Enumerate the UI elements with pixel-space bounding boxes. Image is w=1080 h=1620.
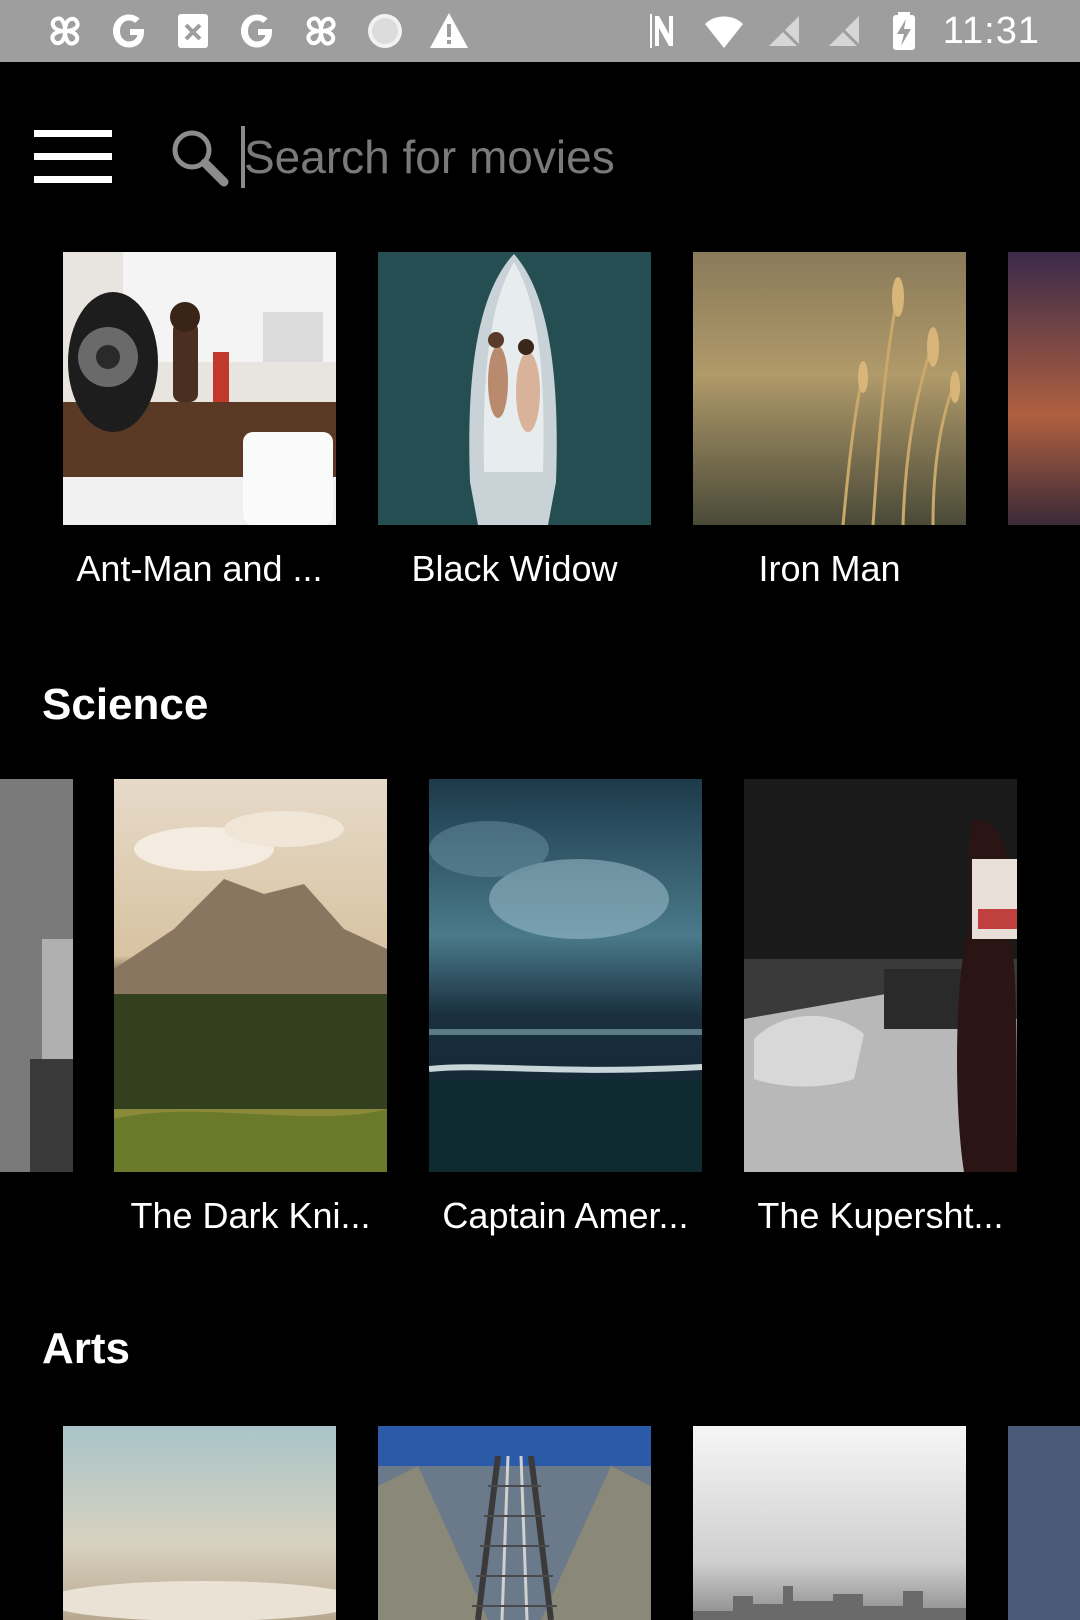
movie-title: T [988,548,1080,590]
google-icon [108,10,150,52]
google-icon [236,10,278,52]
movie-thumbnail [1008,252,1080,525]
movie-thumbnail [0,779,73,1172]
movie-card[interactable]: T [1008,252,1080,525]
movie-card[interactable]: Black Widow [378,252,651,589]
movie-card[interactable]: The Dark Kni... [114,779,387,1236]
category-row-science: Science The Dark Kni... Captain Amer... … [0,652,1080,1264]
movie-thumbnail [378,252,651,525]
movie-card[interactable]: Captain Amer... [429,779,702,1236]
movie-thumbnail [63,252,336,525]
signal-off-icon [763,10,805,52]
text-cursor [241,126,245,188]
hamburger-icon [34,129,112,137]
movie-card[interactable] [0,779,73,1172]
category-title: Arts [42,1324,131,1373]
menu-button[interactable] [24,116,124,196]
status-bar: 11:31 [0,0,1080,62]
nfc-icon [643,10,685,52]
movie-title: Captain Amer... [442,1195,689,1236]
movie-card[interactable] [378,1426,651,1620]
signal-off-icon [823,10,865,52]
movie-thumbnail [1008,1426,1080,1620]
pinwheel-icon [300,10,342,52]
system-icons: 11:31 [643,10,1040,52]
movie-title: The Kupersht... [757,1195,1004,1236]
movie-thumbnail [693,252,966,525]
movie-card[interactable] [1008,1426,1080,1620]
movie-thumbnail [378,1426,651,1620]
category-row-arts: Arts [0,1296,1080,1620]
movie-title: Iron Man [758,548,901,589]
app-bar [0,62,1080,252]
pinwheel-icon [44,10,86,52]
movie-thumbnail [744,779,1017,1172]
movie-card[interactable] [63,1426,336,1620]
movie-title: Ant-Man and ... [76,548,323,589]
warning-icon [428,10,470,52]
image-blocked-icon [172,10,214,52]
movie-card[interactable]: The Kupersht... [744,779,1017,1236]
movie-thumbnail [693,1426,966,1620]
loading-circle-icon [364,10,406,52]
movie-thumbnail [114,779,387,1172]
movie-card[interactable] [693,1426,966,1620]
search-input[interactable] [240,120,1044,194]
wifi-icon [703,10,745,52]
screen: 11:31 Search for movies Ant-Man and ... … [0,0,1080,1620]
search-icon [168,126,230,188]
notification-icons [44,10,470,52]
movie-card[interactable]: Iron Man [693,252,966,589]
movie-card[interactable]: Ant-Man and ... [63,252,336,589]
category-title: Science [42,680,209,729]
movie-thumbnail [429,779,702,1172]
movie-title: The Dark Kni... [130,1195,371,1236]
battery-charging-icon [883,10,925,52]
movie-thumbnail [63,1426,336,1620]
movie-title: Black Widow [411,548,618,589]
movie-row-featured: Ant-Man and ... Black Widow Iron Man [0,252,1080,652]
clock: 11:31 [942,10,1040,52]
